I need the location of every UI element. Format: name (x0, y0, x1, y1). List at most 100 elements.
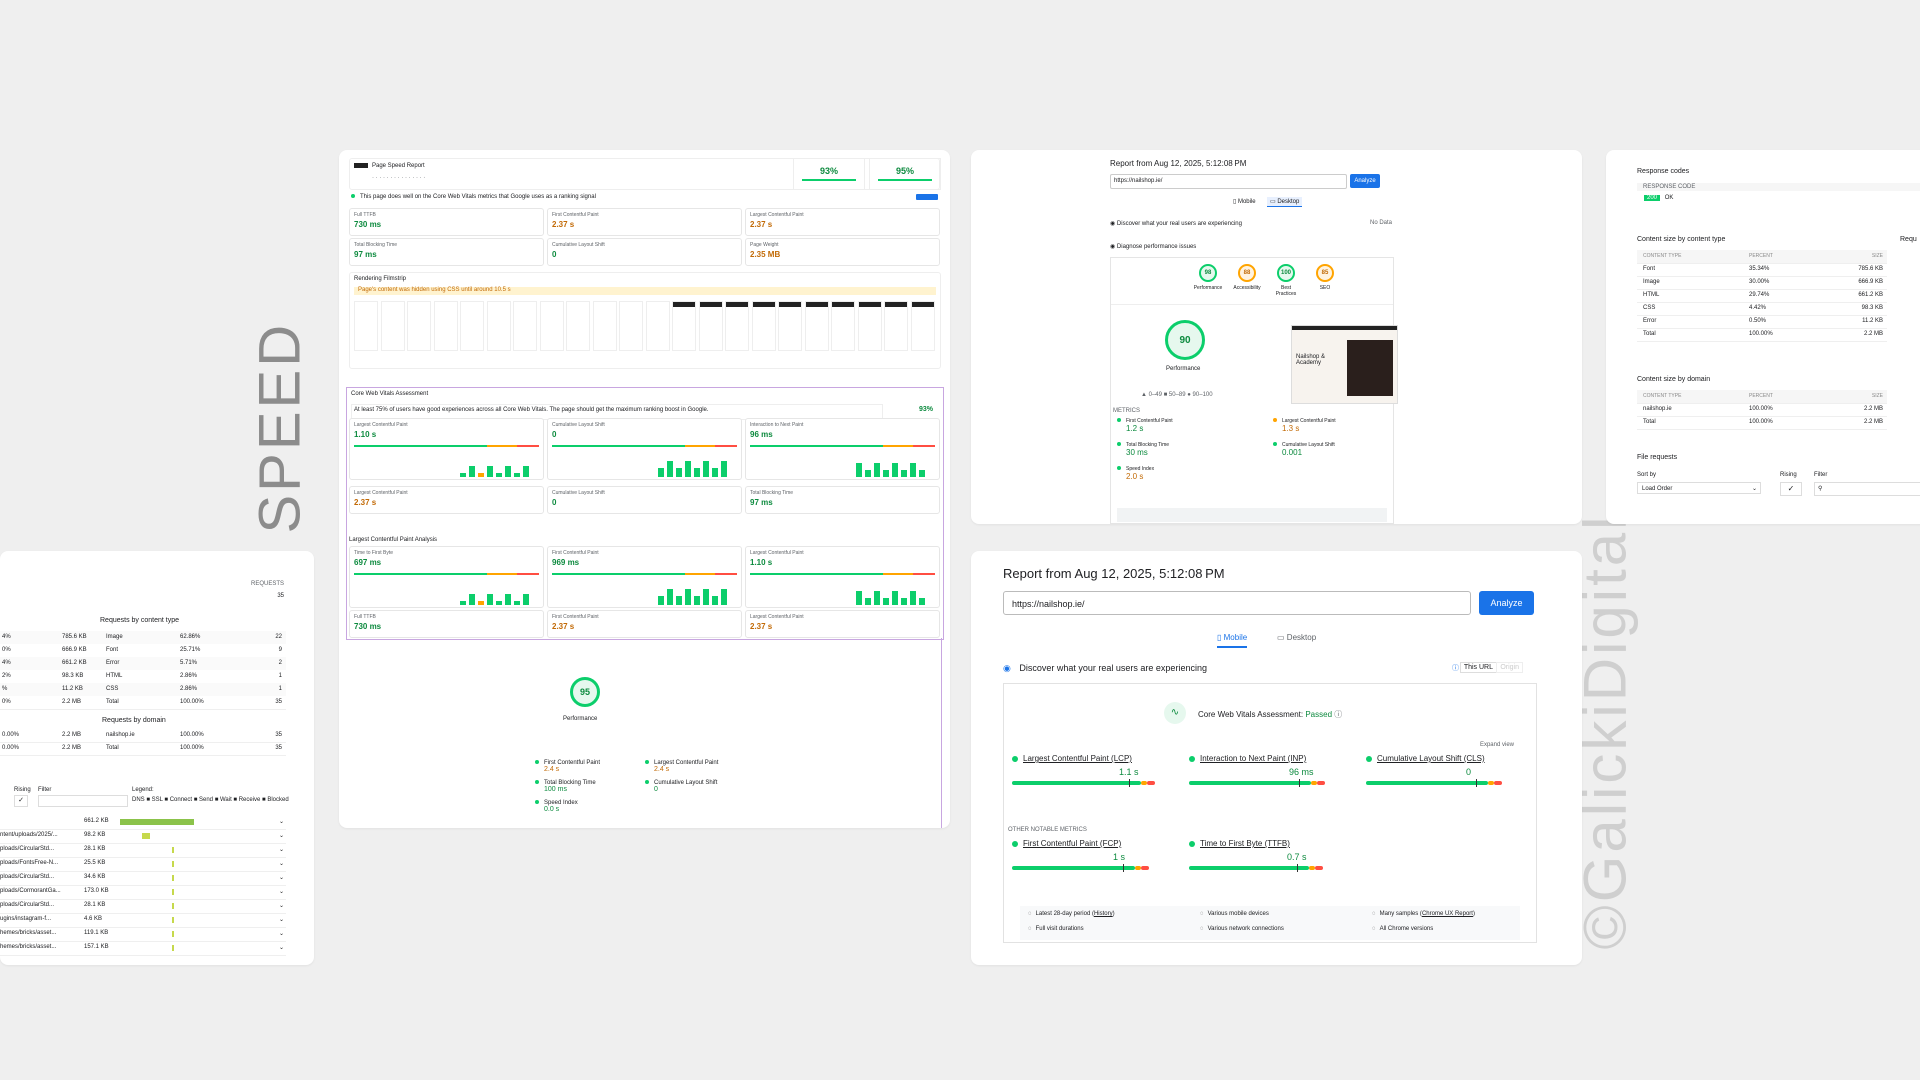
histogram-bar (883, 470, 889, 477)
rising-checkbox[interactable]: ✓ (14, 795, 28, 807)
field-metric-label[interactable]: Time to First Byte (TTFB) (1189, 839, 1354, 848)
metric-tile: Largest Contentful Paint 2.37 s (745, 208, 940, 236)
cell-size: 2.2 MB (1863, 406, 1883, 412)
list-item[interactable]: ugins/instagram-f... 4.6 KB ⌄ (0, 913, 286, 928)
table-row: % 11.2 KB CSS 2.86% 1 (0, 683, 286, 697)
field-metric: Time to First Byte (TTFB) 0.7 s (1189, 839, 1354, 879)
rising-checkbox[interactable]: ✓ (1780, 482, 1802, 496)
field-metric-label[interactable]: Interaction to Next Paint (INP) (1189, 754, 1354, 763)
expand-chevron[interactable]: ⌄ (279, 930, 284, 937)
list-item[interactable]: ploads/CircularStd... 28.1 KB ⌄ (0, 899, 286, 914)
metric-tile: Full TTFB 730 ms (349, 208, 544, 236)
metric-tile: Largest Contentful Paint 2.37 s (745, 610, 940, 638)
content-size-table: CONTENT TYPE PERCENT SIZE Font 35.34% 785.6 K… (1637, 250, 1887, 350)
field-metric-label[interactable]: Largest Contentful Paint (LCP) (1012, 754, 1177, 763)
tab-mobile[interactable]: ▯ Mobile (1217, 633, 1248, 648)
field-metric-name[interactable]: First Contentful Paint (FCP) (1023, 839, 1121, 848)
list-item[interactable]: ntent/uploads/2025/... 98.2 KB ⌄ (0, 829, 286, 844)
list-item[interactable]: 661.2 KB ⌄ (0, 815, 286, 830)
cell-type: CSS (1643, 305, 1656, 311)
distribution-marker (1476, 779, 1477, 787)
list-item[interactable]: ploads/CormorantGa... 173.0 KB ⌄ (0, 885, 286, 900)
list-item[interactable]: ploads/CircularStd... 34.6 KB ⌄ (0, 871, 286, 886)
url-input[interactable]: https://nailshop.ie/ (1110, 174, 1347, 189)
distribution-poor (1315, 866, 1323, 870)
metric-tile: First Contentful Paint 969 ms (547, 546, 742, 608)
domain-title: Requests by domain (102, 717, 166, 724)
histogram-bar (865, 470, 871, 477)
status-dot (1012, 755, 1018, 762)
header-percent: PERCENT (1749, 253, 1773, 259)
list-item[interactable]: hemes/bricks/asset... 119.1 KB ⌄ (0, 927, 286, 942)
cwv-assessment: Core Web Vitals Assessment: Passed ⓘ (1198, 709, 1342, 720)
field-metric-label[interactable]: First Contentful Paint (FCP) (1012, 839, 1177, 848)
table-row: 2% 98.3 KB HTML 2.86% 1 (0, 670, 286, 684)
cell-type: nailshop.ie (1643, 406, 1672, 412)
origin-toggle[interactable]: Origin (1496, 662, 1523, 673)
expand-chevron[interactable]: ⌄ (279, 846, 284, 853)
expand-chevron[interactable]: ⌄ (279, 818, 284, 825)
cell-type-percent: 2.86% (180, 686, 198, 692)
field-metric-name[interactable]: Interaction to Next Paint (INP) (1200, 754, 1306, 763)
expand-chevron[interactable]: ⌄ (279, 888, 284, 895)
tab-mobile[interactable]: ▯ Mobile (1233, 198, 1256, 205)
cell-percent: 100.00% (1749, 331, 1773, 337)
cell-percent: 4% (2, 634, 11, 640)
analyze-button[interactable]: Analyze (1479, 591, 1534, 615)
expand-chevron[interactable]: ⌄ (279, 902, 284, 909)
histogram-bar (487, 594, 493, 605)
url-value: https://nailshop.ie/ (1012, 599, 1085, 609)
data-source-footer: ◌ Latest 28-day period (History) ◌ Various … (1020, 906, 1520, 940)
field-metric-name[interactable]: Cumulative Layout Shift (CLS) (1377, 754, 1485, 763)
cell-size: 661.2 KB (62, 660, 87, 666)
metric-tile: Interaction to Next Paint 96 ms (745, 418, 940, 480)
distribution-marker (1123, 864, 1124, 872)
response-row: 200 OK (1644, 195, 1673, 201)
field-metric-name[interactable]: Largest Contentful Paint (LCP) (1023, 754, 1132, 763)
cwv-note-text: At least 75% of users have good experien… (354, 407, 709, 413)
url-input[interactable]: https://nailshop.ie/ (1003, 591, 1471, 615)
cell-type-percent: 5.71% (180, 660, 198, 666)
footer-link-close: ) (1472, 911, 1475, 917)
cell-requests: 1 (278, 673, 282, 679)
waterfall-bar (172, 903, 174, 909)
analyze-button[interactable]: Analyze (1350, 174, 1380, 188)
filmstrip-frame (831, 301, 855, 351)
histogram-bar (874, 463, 880, 477)
table-row: 0.00% 2.2 MB nailshop.ie 100.00% 35 (0, 729, 286, 743)
content-type-table: 4% 785.6 KB Image 62.86% 22 0% 666.9 KB Font 25.… (0, 631, 286, 711)
field-metric-name[interactable]: Time to First Byte (TTFB) (1200, 839, 1290, 848)
share-button[interactable] (916, 194, 938, 200)
cwv-status: Passed (1305, 710, 1333, 719)
frame-header (779, 302, 801, 307)
list-item[interactable]: ploads/FontsFree-N... 25.5 KB ⌄ (0, 857, 286, 872)
expand-chevron[interactable]: ⌄ (279, 874, 284, 881)
histogram-bar (667, 589, 673, 605)
expand-chevron[interactable]: ⌄ (279, 832, 284, 839)
hero-image (1347, 340, 1393, 396)
frame-header (805, 302, 828, 307)
field-metric-label[interactable]: Cumulative Layout Shift (CLS) (1366, 754, 1531, 763)
metric-tile: First Contentful Paint 2.37 s (547, 208, 742, 236)
tab-desktop[interactable]: ▭ Desktop (1277, 633, 1316, 642)
filter-input[interactable] (38, 795, 128, 807)
frame-header (726, 302, 748, 307)
expand-chevron[interactable]: ⌄ (279, 860, 284, 867)
status-dot (645, 780, 649, 785)
filter-input[interactable]: ⚲ (1814, 482, 1920, 496)
list-item[interactable]: ploads/CircularStd... 28.1 KB ⌄ (0, 843, 286, 858)
footer-link[interactable]: Chrome UX Report (1422, 911, 1473, 917)
score-box-b: 95% (869, 158, 941, 190)
list-item[interactable]: hemes/bricks/asset... 157.1 KB ⌄ (0, 941, 286, 956)
sort-select[interactable]: Load Order ⌄ (1637, 482, 1761, 494)
this-url-toggle[interactable]: This URL (1459, 662, 1497, 673)
expand-view-link[interactable]: Expand view (1480, 742, 1514, 748)
report-title: Page Speed Report (372, 163, 425, 169)
footer-link[interactable]: History (1094, 911, 1113, 917)
tab-desktop[interactable]: ▭ Desktop (1267, 197, 1303, 207)
metric-item: Largest Contentful Paint 1.3 s (1273, 418, 1336, 433)
filmstrip-note: Page's content was hidden using CSS unti… (354, 287, 936, 295)
expand-chevron[interactable]: ⌄ (279, 916, 284, 923)
cell-requests: 9 (278, 647, 282, 653)
expand-chevron[interactable]: ⌄ (279, 944, 284, 951)
